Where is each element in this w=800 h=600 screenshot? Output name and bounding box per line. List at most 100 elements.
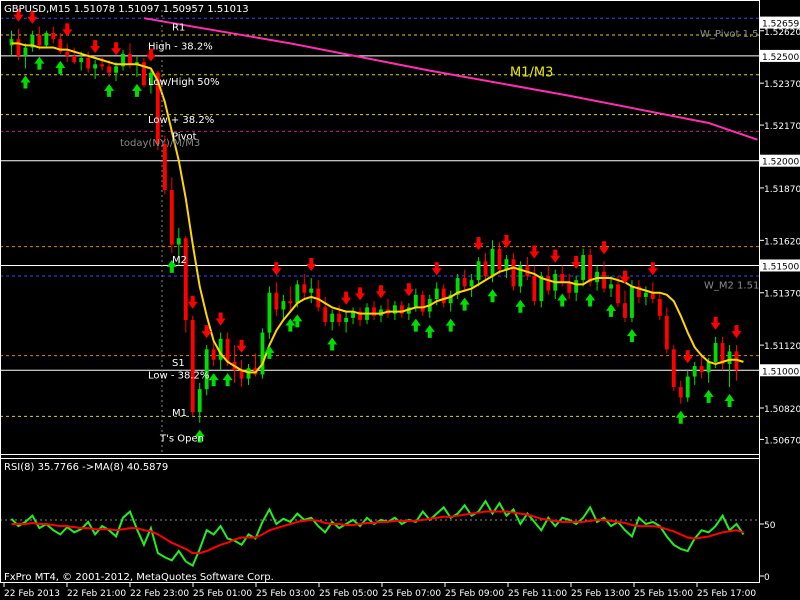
time-tick-label: 25 Feb 01:00: [193, 589, 252, 599]
candle-body: [197, 389, 202, 413]
candle-body: [567, 282, 572, 293]
candle-body: [671, 349, 676, 388]
candle-body: [225, 338, 230, 362]
candle-body: [309, 288, 314, 293]
annotation-label: T's Open: [159, 433, 204, 444]
chart-background: [0, 0, 800, 600]
candle-body: [657, 299, 662, 316]
candle-body: [664, 315, 669, 350]
copyright-text: FxPro MT4, © 2001-2012, MetaQuotes Softw…: [4, 572, 274, 583]
candle-body: [323, 307, 328, 323]
candle-body: [190, 319, 195, 413]
price-tag-label: 1.52000: [762, 158, 799, 168]
candle-body: [497, 248, 502, 270]
candle-body: [476, 261, 481, 281]
candle-body: [420, 294, 425, 312]
candle-body: [86, 58, 91, 69]
candle-body: [288, 301, 293, 304]
candle-body: [204, 349, 209, 390]
candle-body: [623, 303, 627, 318]
candle-body: [609, 284, 613, 289]
candle-body: [441, 288, 446, 304]
annotation-label: High - 38.2%: [148, 41, 213, 52]
time-tick-label: 22 Feb 21:00: [67, 589, 126, 599]
annotation-label: R1: [172, 23, 185, 34]
candle-body: [114, 66, 118, 73]
candle-body: [692, 366, 697, 377]
candle-body: [713, 343, 718, 362]
annotation-label: M1: [172, 408, 187, 419]
candle-body: [176, 238, 181, 245]
price-tick-label: 1.52170: [764, 122, 800, 132]
candle-body: [23, 47, 28, 56]
candle-body: [602, 271, 606, 289]
candle-body: [79, 58, 84, 63]
time-tick-label: 25 Feb 05:00: [319, 589, 378, 599]
trading-chart[interactable]: R1 High - 38.2% M1/M3 Low/High 50% Low + 38.…: [0, 0, 800, 600]
price-tick-label: 1.51620: [764, 237, 800, 247]
candle-body: [581, 255, 586, 281]
price-tick-label: 1.50820: [764, 405, 800, 415]
annotation-label: W_Pivot 1.5: [700, 29, 759, 40]
rsi-tick-label: 0: [764, 573, 770, 583]
annotation-label: M2: [172, 255, 187, 266]
time-tick-label: 22 Feb 23:00: [130, 589, 189, 599]
price-tick-label: 1.51120: [764, 342, 800, 352]
price-tick-label: 1.51370: [764, 290, 800, 300]
candle-body: [574, 280, 579, 293]
candle-body: [539, 275, 544, 302]
rsi-tick-label: 50: [764, 521, 776, 531]
candle-body: [183, 238, 188, 320]
price-tag-label: 1.51500: [762, 262, 799, 272]
annotation-label: M1/M3: [510, 66, 553, 81]
candle-body: [685, 376, 690, 398]
candle-body: [107, 66, 112, 73]
candle-body: [72, 55, 77, 63]
candle-body: [630, 286, 634, 318]
candle-body: [490, 248, 495, 276]
time-tick-label: 25 Feb 07:00: [382, 589, 441, 599]
price-tick-label: 1.50670: [764, 436, 800, 446]
candle-body: [295, 284, 300, 304]
symbol-info: GBPUSD,M15 1.51078 1.51097 1.50957 1.510…: [4, 4, 249, 15]
candle-body: [595, 271, 600, 283]
rsi-title: RSI(8) 35.7766 ->MA(8) 40.5879: [4, 462, 168, 473]
candle-body: [706, 361, 711, 373]
time-tick-label: 25 Feb 03:00: [256, 589, 315, 599]
candle-body: [413, 294, 418, 308]
candle-body: [65, 51, 70, 56]
candle-body: [16, 39, 21, 56]
price-tick-label: 1.51870: [764, 185, 800, 195]
candle-body: [469, 280, 474, 287]
candle-body: [643, 292, 648, 297]
candle-body: [511, 259, 516, 287]
candle-body: [274, 292, 279, 310]
candle-body: [504, 259, 509, 270]
price-tick-label: 1.52370: [764, 80, 800, 90]
time-tick-label: 25 Feb 17:00: [697, 589, 756, 599]
candle-body: [588, 255, 593, 283]
price-tag-label: 1.52500: [762, 53, 799, 63]
price-tag-label: 1.51000: [762, 367, 799, 377]
candle-body: [532, 275, 537, 302]
candle-body: [37, 34, 42, 46]
candle-body: [462, 278, 467, 287]
time-tick-label: 25 Feb 11:00: [508, 589, 567, 599]
candle-body: [211, 349, 216, 360]
time-tick-label: 25 Feb 13:00: [571, 589, 630, 599]
candle-body: [100, 64, 105, 67]
candle-body: [727, 351, 732, 364]
candle-body: [169, 190, 174, 245]
annotation-label: Low/High 50%: [148, 77, 219, 88]
candle-body: [93, 64, 98, 69]
candle-body: [434, 288, 439, 300]
annotation-label: Low - 38.2%: [148, 370, 209, 381]
candle-body: [51, 32, 56, 40]
candle-body: [616, 284, 620, 304]
annotation-label: W_M2 1.51: [704, 280, 759, 291]
candle-body: [9, 39, 14, 46]
candle-body: [337, 313, 342, 323]
price-tag-label: 1.52659: [762, 20, 799, 30]
annotation-label: Low + 38.2%: [148, 115, 214, 126]
candle-body: [246, 368, 251, 379]
